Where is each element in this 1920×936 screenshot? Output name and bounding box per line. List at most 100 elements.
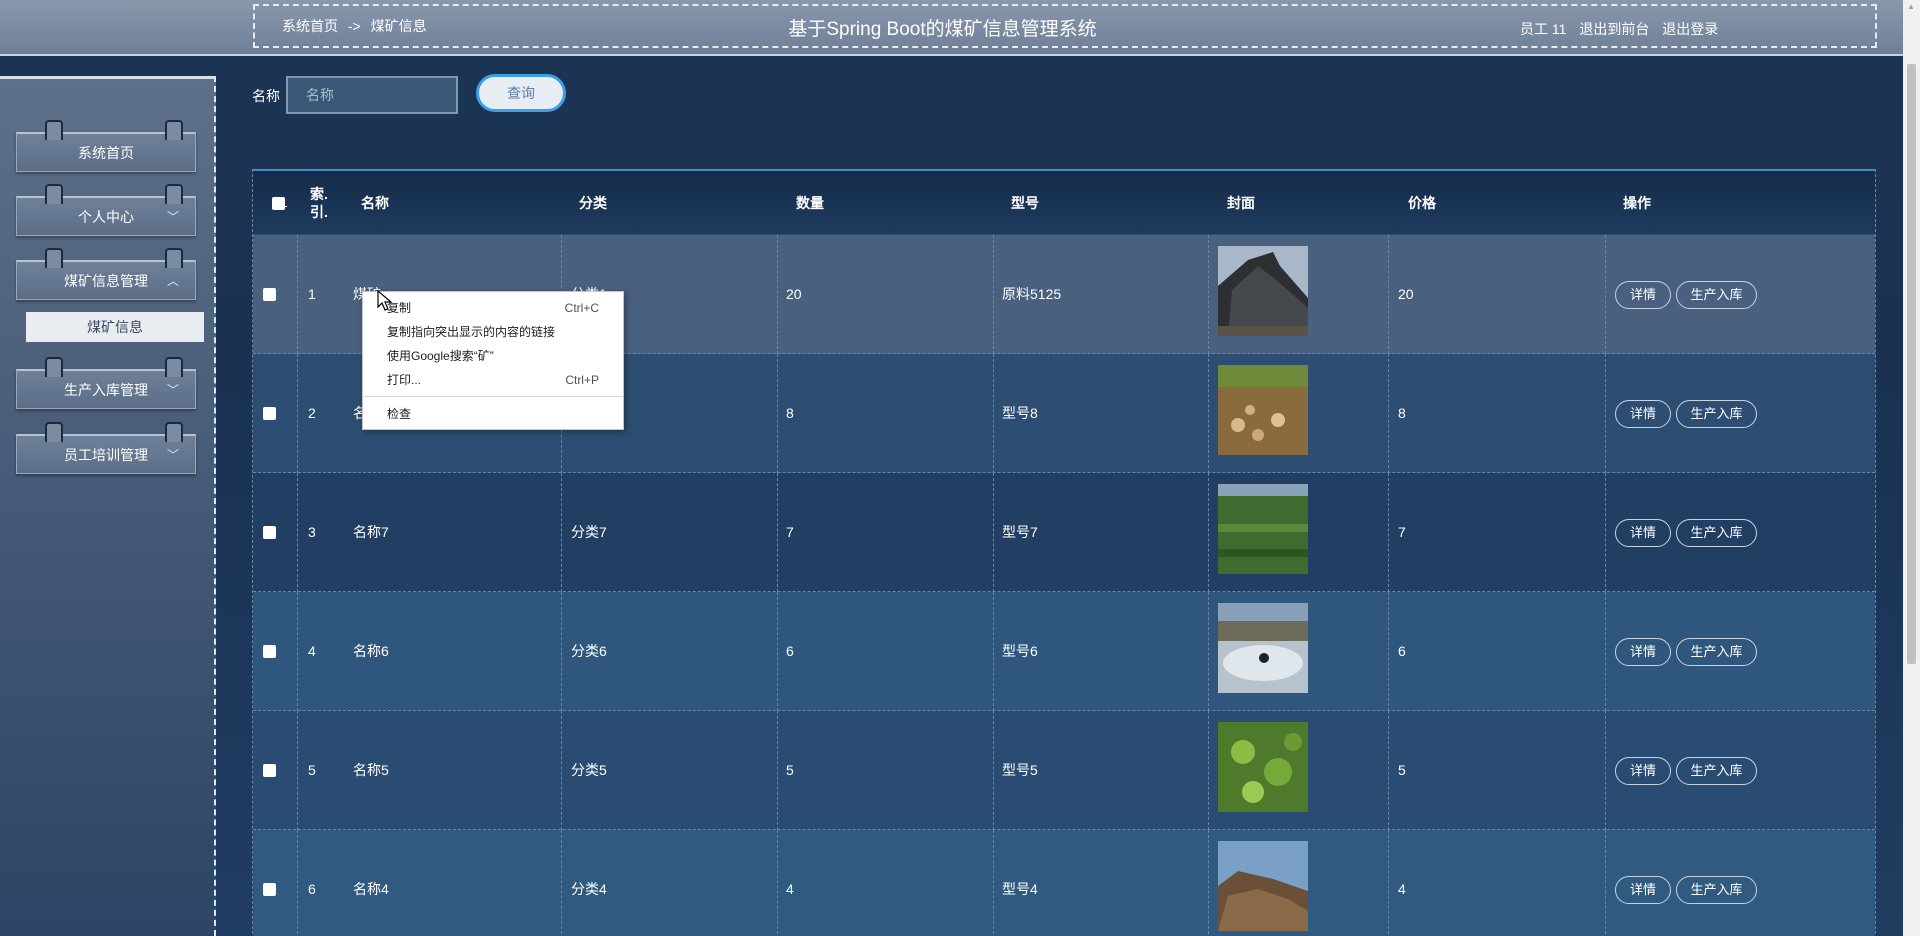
production-stock-button[interactable]: 生产入库 bbox=[1676, 876, 1757, 904]
detail-button[interactable]: 详情 bbox=[1615, 757, 1671, 785]
scroll-up-arrow-icon[interactable]: ▲ bbox=[1907, 2, 1915, 11]
table-row: 3 名称7 分类7 7 型号7 7 详情 生产入库 bbox=[253, 473, 1875, 592]
cell-name: 名称4 bbox=[353, 881, 389, 897]
cell-index: 6 bbox=[308, 881, 316, 897]
cell-model: 型号4 bbox=[1002, 881, 1038, 897]
cover-image bbox=[1218, 365, 1308, 455]
cell-quantity: 5 bbox=[786, 762, 794, 778]
sidebar-item-coal-info[interactable]: 煤矿信息管理 ︿ bbox=[16, 248, 196, 300]
column-header-model[interactable]: 型号 bbox=[1011, 171, 1039, 235]
column-header-price[interactable]: 价格 bbox=[1408, 171, 1436, 235]
detail-button[interactable]: 详情 bbox=[1615, 519, 1671, 547]
column-divider bbox=[1208, 473, 1209, 592]
column-divider bbox=[777, 711, 778, 830]
column-divider bbox=[561, 473, 562, 592]
column-divider bbox=[297, 711, 298, 830]
data-table: 索. 引. 名称 分类 数量 型号 封面 价格 操作 1煤矿分类120原料512… bbox=[252, 169, 1876, 936]
sidebar-item-training[interactable]: 员工培训管理 ﹀ bbox=[16, 422, 196, 474]
cell-price: 5 bbox=[1398, 762, 1406, 778]
column-divider bbox=[1388, 473, 1389, 592]
column-divider bbox=[993, 473, 994, 592]
production-stock-button[interactable]: 生产入库 bbox=[1676, 638, 1757, 666]
production-stock-button[interactable]: 生产入库 bbox=[1676, 519, 1757, 547]
sidebar-item-label: 生产入库管理 bbox=[64, 382, 148, 398]
chevron-down-icon: ﹀ bbox=[166, 210, 179, 224]
cell-index: 3 bbox=[308, 524, 316, 540]
context-menu-google-search[interactable]: 使用Google搜索“矿” bbox=[363, 344, 623, 368]
sidebar-item-home[interactable]: 系统首页 bbox=[16, 120, 196, 172]
column-divider bbox=[777, 354, 778, 473]
column-divider bbox=[993, 711, 994, 830]
clip-icon bbox=[45, 120, 63, 140]
column-divider bbox=[993, 354, 994, 473]
chevron-down-icon: ﹀ bbox=[166, 383, 179, 397]
cell-quantity: 4 bbox=[786, 881, 794, 897]
cell-model: 原料5125 bbox=[1002, 286, 1062, 302]
detail-button[interactable]: 详情 bbox=[1615, 876, 1671, 904]
to-front-link[interactable]: 退出到前台 bbox=[1579, 21, 1649, 37]
row-checkbox[interactable] bbox=[263, 883, 276, 896]
logout-link[interactable]: 退出登录 bbox=[1662, 21, 1718, 37]
column-divider bbox=[1208, 830, 1209, 936]
cell-price: 8 bbox=[1398, 405, 1406, 421]
detail-button[interactable]: 详情 bbox=[1615, 638, 1671, 666]
column-divider bbox=[777, 235, 778, 354]
cover-image bbox=[1218, 603, 1308, 693]
column-divider bbox=[297, 354, 298, 473]
cell-price: 4 bbox=[1398, 881, 1406, 897]
column-divider bbox=[561, 592, 562, 711]
cell-model: 型号6 bbox=[1002, 643, 1038, 659]
cell-price: 7 bbox=[1398, 524, 1406, 540]
column-divider bbox=[1605, 354, 1606, 473]
production-stock-button[interactable]: 生产入库 bbox=[1676, 400, 1757, 428]
sidebar-item-profile[interactable]: 个人中心 ﹀ bbox=[16, 184, 196, 236]
context-menu-copy-link[interactable]: 复制指向突出显示的内容的链接 bbox=[363, 320, 623, 344]
detail-button[interactable]: 详情 bbox=[1615, 281, 1671, 309]
chevron-down-icon: ﹀ bbox=[166, 448, 179, 462]
row-checkbox[interactable] bbox=[263, 407, 276, 420]
detail-button[interactable]: 详情 bbox=[1615, 400, 1671, 428]
print-shortcut: Ctrl+P bbox=[565, 373, 599, 387]
chevron-up-icon: ︿ bbox=[166, 274, 179, 288]
column-divider bbox=[1605, 711, 1606, 830]
cell-index: 5 bbox=[308, 762, 316, 778]
cell-price: 6 bbox=[1398, 643, 1406, 659]
column-header-name[interactable]: 名称 bbox=[361, 171, 389, 235]
row-checkbox[interactable] bbox=[263, 764, 276, 777]
row-checkbox[interactable] bbox=[263, 645, 276, 658]
scrollbar-thumb[interactable] bbox=[1907, 64, 1916, 664]
search-label: 名称 bbox=[252, 88, 280, 104]
select-all-checkbox[interactable] bbox=[272, 197, 287, 210]
row-checkbox[interactable] bbox=[263, 288, 276, 301]
cell-index: 4 bbox=[308, 643, 316, 659]
cell-category: 分类4 bbox=[571, 881, 607, 897]
search-input[interactable] bbox=[286, 76, 458, 114]
cell-model: 型号5 bbox=[1002, 762, 1038, 778]
sidebar-subitem-coal-info[interactable]: 煤矿信息 bbox=[26, 312, 204, 342]
search-button[interactable]: 查询 bbox=[476, 74, 566, 112]
context-menu-inspect[interactable]: 检查 bbox=[363, 402, 623, 426]
column-divider bbox=[777, 473, 778, 592]
column-divider bbox=[1605, 830, 1606, 936]
sidebar-item-production[interactable]: 生产入库管理 ﹀ bbox=[16, 357, 196, 409]
cell-name: 名称7 bbox=[353, 524, 389, 540]
cell-name: 名称6 bbox=[353, 643, 389, 659]
context-menu-print[interactable]: 打印... Ctrl+P bbox=[363, 368, 623, 392]
cover-image bbox=[1218, 841, 1308, 931]
cell-index: 1 bbox=[308, 286, 316, 302]
cell-quantity: 7 bbox=[786, 524, 794, 540]
cell-name: 名称5 bbox=[353, 762, 389, 778]
table-header: 索. 引. 名称 分类 数量 型号 封面 价格 操作 bbox=[253, 171, 1875, 235]
context-menu-copy[interactable]: 复制 Ctrl+C bbox=[363, 296, 623, 320]
column-header-category[interactable]: 分类 bbox=[579, 171, 607, 235]
row-checkbox[interactable] bbox=[263, 526, 276, 539]
production-stock-button[interactable]: 生产入库 bbox=[1676, 281, 1757, 309]
sidebar-item-label: 个人中心 bbox=[78, 209, 134, 225]
context-menu: 复制 Ctrl+C 复制指向突出显示的内容的链接 使用Google搜索“矿” 打… bbox=[362, 291, 624, 430]
production-stock-button[interactable]: 生产入库 bbox=[1676, 757, 1757, 785]
column-divider bbox=[777, 830, 778, 936]
cell-price: 20 bbox=[1398, 286, 1414, 302]
column-divider bbox=[1208, 235, 1209, 354]
column-header-quantity[interactable]: 数量 bbox=[796, 171, 824, 235]
column-divider bbox=[1208, 354, 1209, 473]
